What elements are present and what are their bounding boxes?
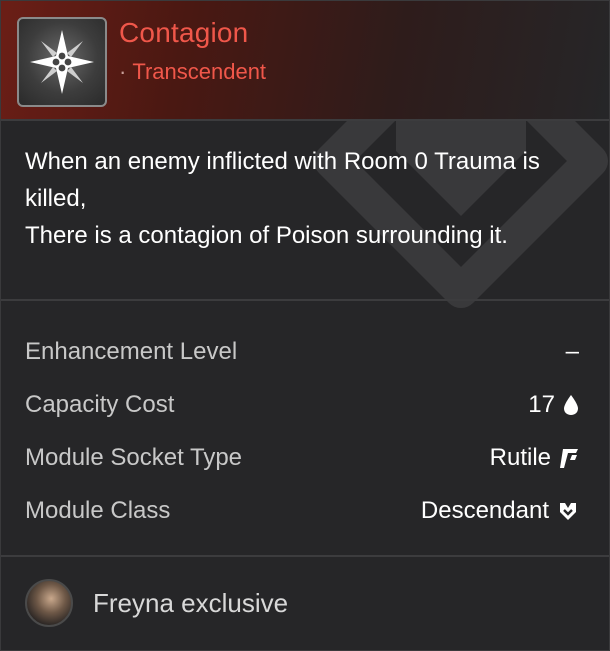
stat-row-enhancement-level: Enhancement Level – [25, 325, 579, 378]
tier-bullet-icon: · [119, 59, 127, 84]
module-tier: · Transcendent [119, 59, 266, 85]
descendant-class-icon [560, 502, 576, 520]
stat-value: – [566, 338, 579, 366]
description-line-2: There is a contagion of Poison surroundi… [25, 222, 508, 249]
stat-row-socket-type: Module Socket Type Rutile [25, 431, 579, 484]
stat-label: Capacity Cost [25, 390, 175, 418]
enhancement-level-value: – [565, 337, 579, 365]
freyna-avatar [25, 579, 73, 627]
module-class-value: Descendant [420, 496, 549, 524]
description-line-1: When an enemy inflicted with Room 0 Trau… [25, 148, 540, 212]
stat-value: 17 [528, 391, 579, 419]
stat-row-module-class: Module Class Descendant [25, 484, 579, 537]
module-emblem-icon [30, 30, 94, 94]
module-title: Contagion [119, 17, 249, 48]
exclusive-footer: Freyna exclusive [1, 557, 609, 649]
stat-label: Module Class [25, 496, 171, 524]
module-tooltip: Contagion · Transcendent When an enemy in… [0, 0, 610, 651]
tier-label: Transcendent [132, 59, 267, 84]
exclusive-label: Freyna exclusive [93, 587, 289, 618]
stat-label: Module Socket Type [25, 443, 243, 471]
stat-row-capacity-cost: Capacity Cost 17 [25, 378, 579, 431]
capacity-drop-icon [564, 394, 578, 415]
module-description: When an enemy inflicted with Room 0 Trau… [1, 121, 609, 301]
module-star-icon [17, 17, 107, 107]
module-stats: Enhancement Level – Capacity Cost 17 Mod… [1, 301, 609, 557]
stat-value: Descendant [421, 497, 579, 525]
tooltip-header: Contagion · Transcendent [1, 1, 609, 121]
capacity-cost-value: 17 [528, 390, 555, 418]
stat-label: Enhancement Level [25, 337, 238, 365]
socket-type-value: Rutile [489, 443, 551, 471]
stat-value: Rutile [490, 444, 579, 472]
rutile-socket-icon [560, 448, 578, 468]
